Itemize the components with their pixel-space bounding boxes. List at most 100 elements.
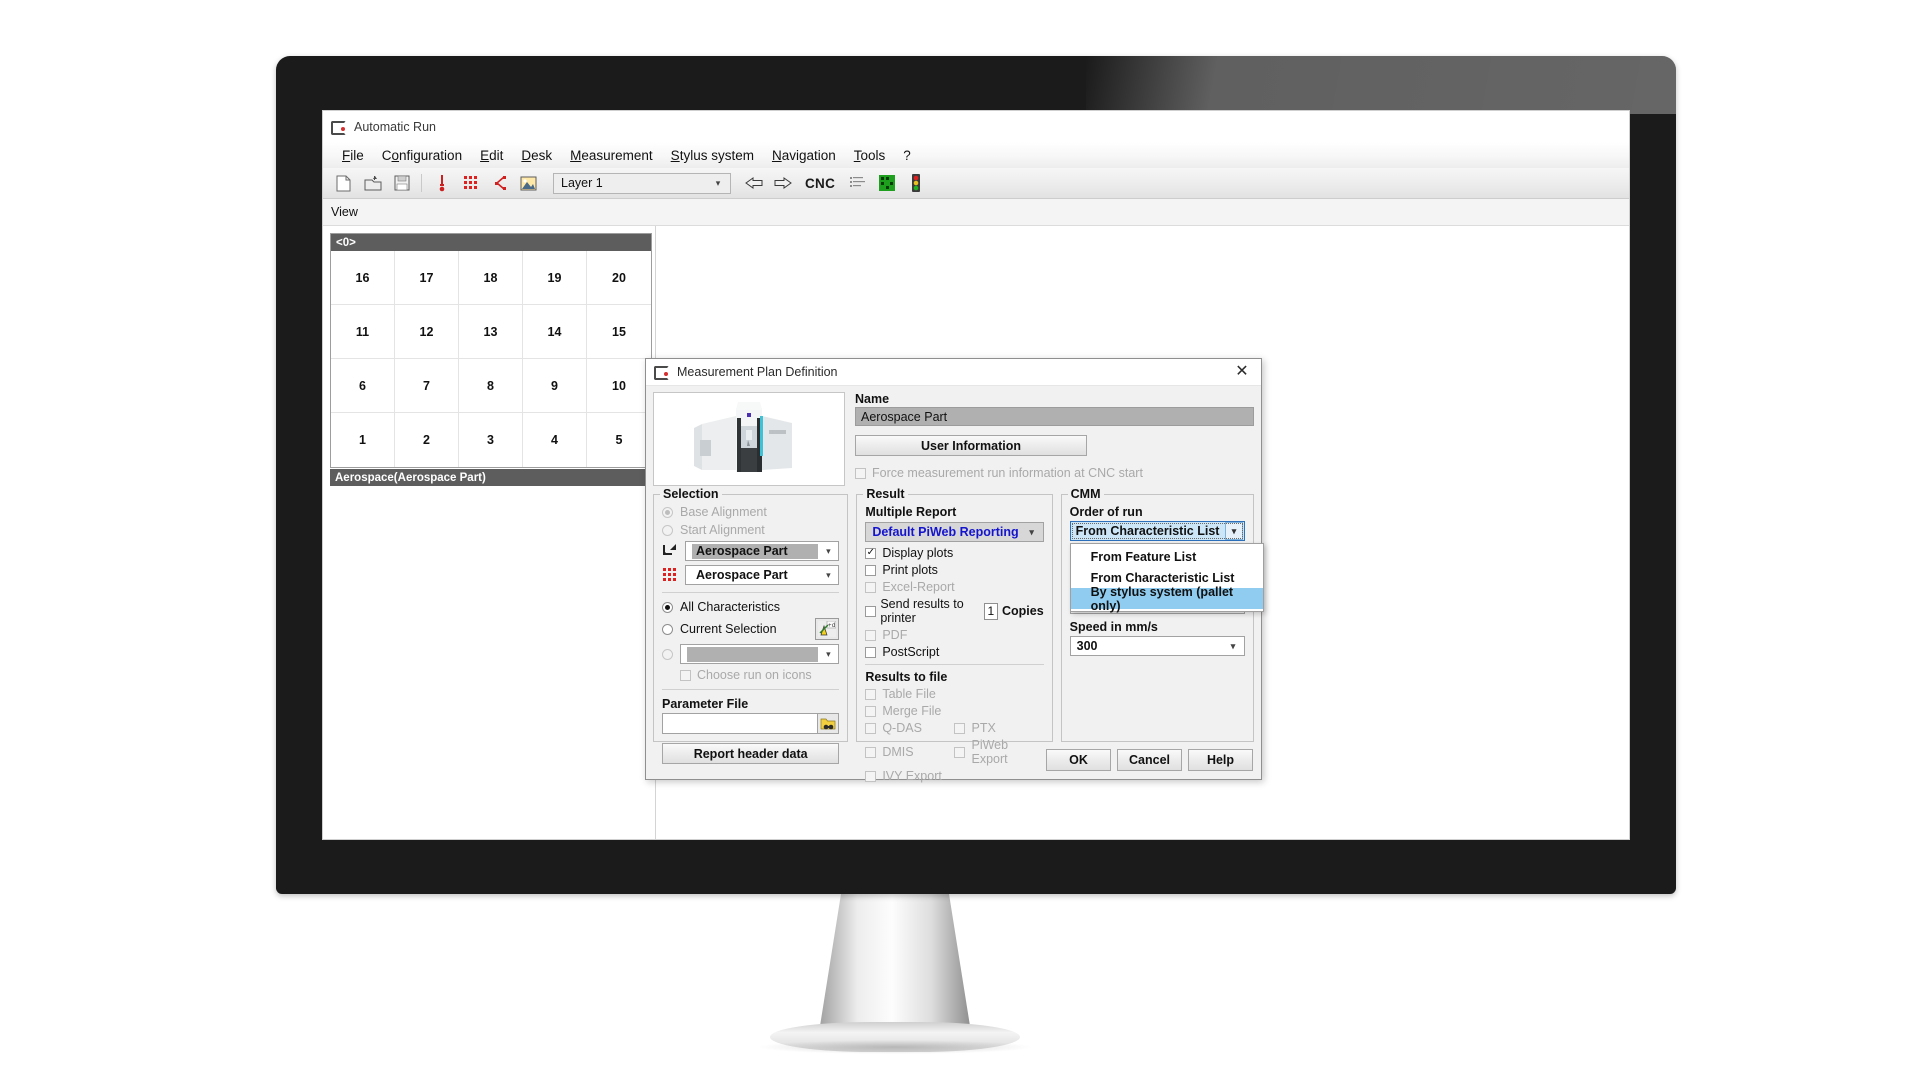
dropdown-item-by-stylus-system[interactable]: By stylus system (pallet only): [1070, 585, 1263, 613]
menu-desk[interactable]: Desk: [512, 146, 561, 165]
back-arrow-icon[interactable]: [741, 171, 766, 195]
pallet-cell[interactable]: 12: [395, 305, 459, 359]
display-plots-row[interactable]: Display plots: [865, 546, 1043, 560]
all-characteristics-radio[interactable]: [662, 601, 673, 613]
pallet-cell[interactable]: 19: [523, 251, 587, 305]
start-alignment-radio[interactable]: [662, 524, 673, 536]
piweb-export-checkbox[interactable]: [954, 746, 966, 758]
pdf-row[interactable]: PDF: [865, 628, 1043, 642]
qdas-row[interactable]: Q-DAS: [865, 721, 954, 735]
dmis-checkbox[interactable]: [865, 746, 877, 758]
image-icon[interactable]: [516, 171, 541, 195]
new-document-icon[interactable]: [331, 171, 356, 195]
pallet-cell[interactable]: 7: [395, 359, 459, 413]
third-option-row[interactable]: ▾: [662, 644, 840, 664]
speed-combo[interactable]: 300 ▾: [1069, 636, 1245, 656]
forward-arrow-icon[interactable]: [770, 171, 795, 195]
pallet-cell[interactable]: 10: [587, 359, 651, 413]
excel-report-row[interactable]: Excel-Report: [865, 580, 1043, 594]
pallet-cell[interactable]: 13: [459, 305, 523, 359]
postscript-checkbox[interactable]: [865, 646, 877, 658]
browse-file-icon[interactable]: [818, 713, 840, 734]
dmis-row[interactable]: DMIS: [865, 738, 954, 766]
merge-file-row[interactable]: Merge File: [865, 704, 1043, 718]
qdas-checkbox[interactable]: [865, 722, 877, 734]
path-icon[interactable]: [487, 171, 512, 195]
chevron-down-icon[interactable]: ▾: [1225, 522, 1243, 540]
multiple-report-combo[interactable]: Default PiWeb Reporting ▾: [865, 522, 1044, 542]
menu-file[interactable]: File: [333, 146, 373, 165]
pallet-cell[interactable]: 4: [523, 413, 587, 467]
green-matrix-icon[interactable]: [874, 171, 899, 195]
feature-grid-icon[interactable]: [458, 171, 483, 195]
pallet-cell[interactable]: 1: [331, 413, 395, 467]
cancel-button[interactable]: Cancel: [1117, 749, 1182, 771]
ivy-export-row[interactable]: IVY Export: [865, 769, 1043, 783]
pallet-cell[interactable]: 6: [331, 359, 395, 413]
current-selection-row[interactable]: Current Selection + d: [662, 618, 840, 640]
force-run-info-row[interactable]: Force measurement run information at CNC…: [855, 466, 1254, 480]
pallet-cell[interactable]: 20: [587, 251, 651, 305]
pallet-cell[interactable]: 16: [331, 251, 395, 305]
merge-file-checkbox[interactable]: [865, 705, 877, 717]
piweb-export-row[interactable]: PiWeb Export: [954, 738, 1043, 766]
base-alignment-radio[interactable]: [662, 506, 673, 518]
alignment-combo[interactable]: Aerospace Part ▾: [685, 541, 840, 561]
send-to-printer-row[interactable]: Send results to printer 1 Copies: [865, 597, 1044, 625]
menu-measurement[interactable]: Measurement: [561, 146, 662, 165]
ok-button[interactable]: OK: [1046, 749, 1111, 771]
table-file-row[interactable]: Table File: [865, 687, 1043, 701]
close-icon[interactable]: ✕: [1227, 361, 1257, 383]
dropdown-item-from-feature-list[interactable]: From Feature List: [1071, 546, 1263, 567]
pallet-cell[interactable]: 2: [395, 413, 459, 467]
report-header-data-button[interactable]: Report header data: [662, 743, 840, 764]
excel-report-checkbox[interactable]: [865, 581, 877, 593]
ptx-row[interactable]: PTX: [954, 721, 1043, 735]
send-to-printer-checkbox[interactable]: [865, 605, 877, 617]
pallet-cell[interactable]: 15: [587, 305, 651, 359]
pallet-cell[interactable]: 11: [331, 305, 395, 359]
layer-select[interactable]: Layer 1 ▾: [553, 172, 731, 194]
postscript-row[interactable]: PostScript: [865, 645, 1043, 659]
pallet-cell[interactable]: 14: [523, 305, 587, 359]
probe-icon[interactable]: [429, 171, 454, 195]
base-alignment-row[interactable]: Base Alignment: [662, 505, 839, 519]
start-alignment-row[interactable]: Start Alignment: [662, 523, 839, 537]
pallet-cell[interactable]: 18: [459, 251, 523, 305]
user-information-button[interactable]: User Information: [855, 435, 1087, 456]
menu-navigation[interactable]: Navigation: [763, 146, 845, 165]
name-field[interactable]: Aerospace Part: [855, 407, 1254, 426]
all-characteristics-row[interactable]: All Characteristics: [662, 600, 839, 614]
third-option-combo[interactable]: ▾: [680, 644, 840, 664]
choose-run-on-icons-checkbox[interactable]: [680, 669, 691, 681]
menu-help[interactable]: ?: [894, 146, 920, 165]
plan-combo[interactable]: Aerospace Part ▾: [685, 565, 840, 585]
copies-input[interactable]: 1: [983, 602, 998, 620]
current-selection-radio[interactable]: [662, 623, 673, 635]
pallet-cell[interactable]: 9: [523, 359, 587, 413]
order-of-run-combo[interactable]: From Characteristic List ▾: [1069, 521, 1245, 541]
pallet-cell[interactable]: 5: [587, 413, 651, 467]
choose-run-on-icons-row[interactable]: Choose run on icons: [680, 668, 839, 682]
traffic-light-icon[interactable]: [903, 171, 928, 195]
help-button[interactable]: Help: [1188, 749, 1253, 771]
menu-stylus-system[interactable]: Stylus system: [662, 146, 763, 165]
menu-configuration[interactable]: Configuration: [373, 146, 471, 165]
ptx-checkbox[interactable]: [954, 722, 966, 734]
third-option-radio[interactable]: [662, 648, 673, 660]
pdf-checkbox[interactable]: [865, 629, 877, 641]
selection-picker-button[interactable]: + d: [815, 618, 840, 640]
pallet-cell[interactable]: 17: [395, 251, 459, 305]
pallet-cell[interactable]: 3: [459, 413, 523, 467]
pallet-cell[interactable]: 8: [459, 359, 523, 413]
print-plots-row[interactable]: Print plots: [865, 563, 1043, 577]
list-icon[interactable]: [845, 171, 870, 195]
ivy-export-checkbox[interactable]: [865, 770, 877, 782]
open-folder-icon[interactable]: [360, 171, 385, 195]
print-plots-checkbox[interactable]: [865, 564, 877, 576]
table-file-checkbox[interactable]: [865, 688, 877, 700]
menu-tools[interactable]: Tools: [845, 146, 895, 165]
save-disk-icon[interactable]: [389, 171, 414, 195]
menu-edit[interactable]: Edit: [471, 146, 512, 165]
parameter-file-input[interactable]: [662, 713, 819, 734]
